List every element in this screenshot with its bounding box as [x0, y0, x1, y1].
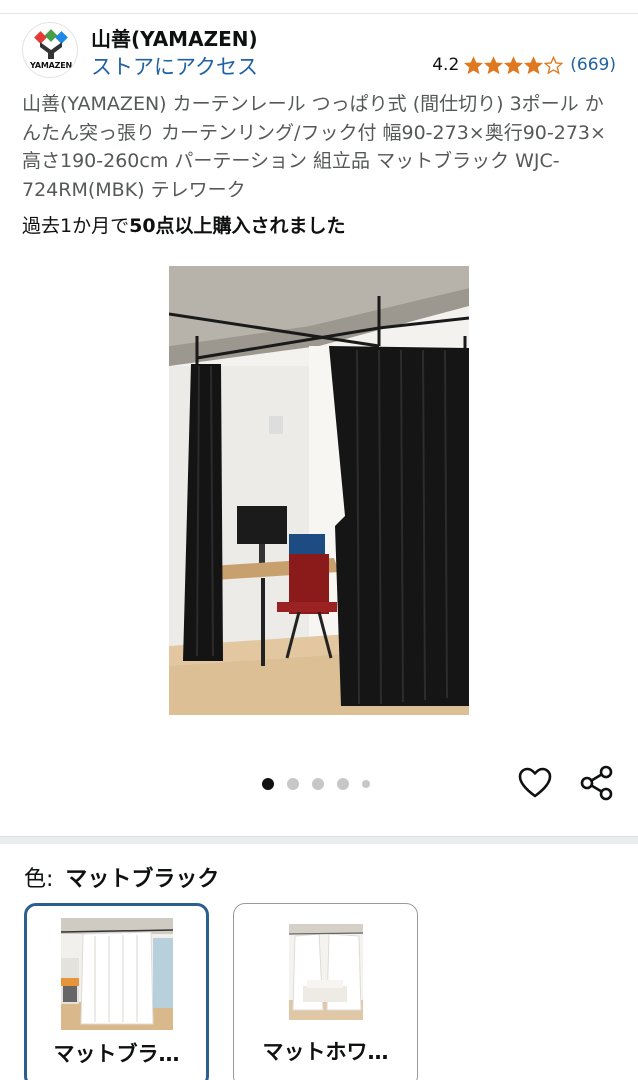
rating-value: 4.2	[432, 55, 460, 75]
purchase-prefix: 過去1か月で	[22, 215, 130, 237]
store-link[interactable]: ストアにアクセス	[91, 51, 258, 81]
swatch-white-thumbnail	[288, 924, 363, 1020]
product-title: 山善(YAMAZEN) カーテンレール つっぱり式 (間仕切り) 3ポール かん…	[22, 93, 606, 201]
heart-icon	[518, 767, 552, 798]
rating-widget[interactable]: 4.2 (669)	[432, 53, 616, 77]
gallery-dot[interactable]	[362, 780, 370, 788]
purchase-count: 過去1か月で50点以上購入されました	[22, 211, 346, 238]
product-photo-illustration	[169, 266, 469, 715]
gallery-dots[interactable]	[262, 777, 383, 791]
brand-logo-text: YAMAZEN	[30, 61, 72, 70]
rating-stars	[464, 55, 564, 75]
color-label: 色: マットブラック	[24, 861, 219, 893]
swatch-matte-black[interactable]: マットブラ…	[24, 903, 209, 1080]
brand-logo[interactable]: YAMAZEN	[22, 22, 78, 78]
share-icon	[580, 765, 613, 801]
color-selected-value: マットブラック	[65, 867, 220, 892]
rating-count[interactable]: (669)	[570, 55, 616, 75]
purchase-bold: 50点以上購入されました	[129, 215, 346, 237]
gallery-dot[interactable]	[287, 778, 299, 790]
swatch-label: マットホワ…	[262, 1040, 389, 1064]
gallery-dot[interactable]	[262, 778, 274, 790]
brand-row: YAMAZEN 山善(YAMAZEN) ストアにアクセス 4.2 (669)	[0, 14, 638, 86]
section-divider	[0, 836, 638, 844]
gallery-dot[interactable]	[312, 778, 324, 790]
star-filled-icon	[524, 55, 544, 74]
swatch-black-thumbnail	[60, 918, 173, 1030]
star-filled-icon	[484, 55, 504, 74]
top-divider	[0, 0, 638, 14]
star-empty-icon	[544, 55, 564, 74]
wishlist-button[interactable]	[516, 764, 554, 802]
product-image[interactable]	[169, 266, 469, 715]
swatch-label: マットブラ…	[53, 1042, 180, 1066]
share-button[interactable]	[578, 764, 616, 802]
gallery-dot[interactable]	[337, 778, 349, 790]
star-filled-icon	[464, 55, 484, 74]
swatch-matte-white[interactable]: マットホワ…	[233, 903, 418, 1080]
color-label-key: 色:	[24, 867, 54, 892]
brand-name[interactable]: 山善(YAMAZEN)	[91, 23, 258, 52]
star-filled-icon	[504, 55, 524, 74]
